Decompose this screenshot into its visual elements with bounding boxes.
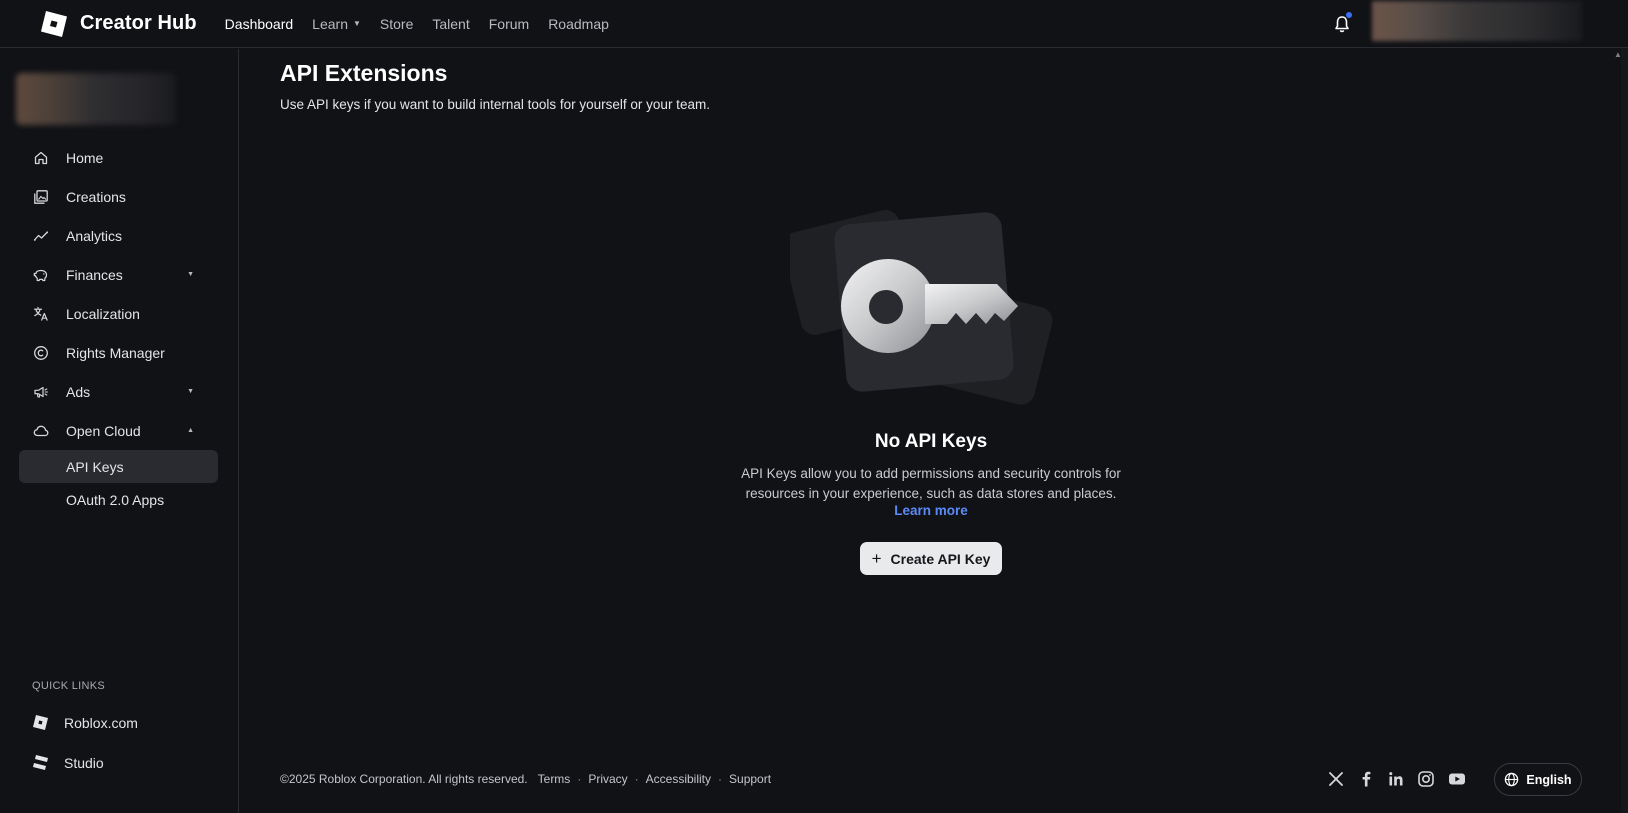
nav-learn[interactable]: Learn ▼	[312, 16, 361, 32]
learn-more-link[interactable]: Learn more	[831, 503, 1031, 518]
quick-link-studio[interactable]: Studio	[32, 754, 104, 771]
caret-down-icon: ▼	[352, 19, 361, 28]
chevron-down-icon: ▼	[187, 388, 194, 395]
nav-dashboard[interactable]: Dashboard	[225, 16, 294, 32]
footer: ©2025 Roblox Corporation. All rights res…	[280, 772, 771, 786]
linkedin-icon[interactable]	[1387, 770, 1405, 788]
sidebar-item-ads[interactable]: Ads ▼	[19, 372, 218, 411]
sidebar-item-label: Localization	[66, 305, 140, 322]
home-icon	[34, 151, 48, 164]
sidebar-item-home[interactable]: Home	[19, 138, 218, 177]
nav-forum[interactable]: Forum	[489, 16, 529, 32]
megaphone-icon	[34, 386, 49, 398]
footer-link-terms[interactable]: Terms	[538, 772, 571, 786]
footer-separator: ·	[718, 772, 723, 786]
instagram-icon[interactable]	[1417, 770, 1435, 788]
nav-learn-label: Learn	[312, 15, 348, 32]
language-label: English	[1526, 772, 1572, 787]
cloud-icon	[33, 425, 49, 436]
nav-roadmap[interactable]: Roadmap	[548, 16, 609, 32]
sidebar-item-finances[interactable]: Finances ▼	[19, 255, 218, 294]
sidebar-item-open-cloud[interactable]: Open Cloud ▲	[19, 411, 218, 450]
footer-separator: ·	[577, 772, 582, 786]
sidebar: Home Creations Analytics Finances ▼ Loca…	[0, 49, 239, 813]
piggy-bank-icon	[33, 269, 48, 281]
analytics-icon	[33, 230, 49, 241]
empty-state-description: API Keys allow you to add permissions an…	[711, 464, 1151, 504]
sidebar-item-label: Home	[66, 149, 104, 166]
empty-state-title: No API Keys	[874, 431, 988, 452]
sidebar-subitem-api-keys[interactable]: API Keys	[19, 450, 218, 483]
globe-icon	[1505, 772, 1519, 787]
footer-link-privacy[interactable]: Privacy	[588, 772, 627, 786]
chevron-up-icon: ▲	[187, 427, 194, 434]
plus-icon: +	[871, 549, 882, 568]
facebook-icon[interactable]	[1357, 770, 1375, 788]
nav-store[interactable]: Store	[380, 16, 413, 32]
roblox-logo-icon	[41, 10, 67, 37]
footer-separator: ·	[634, 772, 639, 786]
studio-icon	[33, 755, 48, 770]
quick-link-roblox[interactable]: Roblox.com	[32, 714, 138, 731]
sidebar-nav: Home Creations Analytics Finances ▼ Loca…	[19, 138, 218, 516]
creations-icon	[34, 189, 48, 204]
sidebar-item-label: Ads	[66, 383, 91, 400]
sidebar-subitem-oauth-apps[interactable]: OAuth 2.0 Apps	[19, 483, 218, 516]
sidebar-item-rights-manager[interactable]: Rights Manager	[19, 333, 218, 372]
empty-desc-line: resources in your experience, such as da…	[745, 486, 1117, 501]
footer-link-accessibility[interactable]: Accessibility	[646, 772, 711, 786]
sidebar-item-label: Creations	[66, 188, 126, 205]
sidebar-item-label: Finances	[66, 266, 123, 283]
brand-name: Creator Hub	[80, 12, 197, 34]
create-api-key-label: Create API Key	[890, 550, 991, 567]
sidebar-item-analytics[interactable]: Analytics	[19, 216, 218, 255]
translate-icon	[33, 306, 48, 321]
youtube-icon[interactable]	[1448, 770, 1466, 788]
scroll-up-arrow-icon[interactable]: ▲	[1612, 50, 1624, 60]
key-illustration-icon	[790, 210, 1053, 405]
quick-links-title: QUICK LINKS	[32, 680, 105, 692]
sidebar-item-label: Open Cloud	[66, 422, 141, 439]
sidebar-item-creations[interactable]: Creations	[19, 177, 218, 216]
create-api-key-button[interactable]: + Create API Key	[860, 542, 1002, 575]
sidebar-item-label: Analytics	[66, 227, 123, 244]
sidebar-item-localization[interactable]: Localization	[19, 294, 218, 333]
copyright: ©2025 Roblox Corporation. All rights res…	[280, 772, 528, 786]
account-switcher-blurred[interactable]	[16, 73, 176, 125]
scrollbar[interactable]	[1621, 48, 1628, 813]
footer-link-support[interactable]: Support	[729, 772, 771, 786]
nav-talent[interactable]: Talent	[432, 16, 469, 32]
user-profile-blurred[interactable]	[1372, 1, 1582, 41]
empty-desc-line: API Keys allow you to add permissions an…	[741, 466, 1121, 481]
x-twitter-icon[interactable]	[1327, 770, 1345, 788]
page-subtitle: Use API keys if you want to build intern…	[280, 97, 710, 112]
language-selector[interactable]: English	[1494, 763, 1582, 796]
quick-link-label: Roblox.com	[64, 714, 138, 731]
sidebar-item-label: Rights Manager	[66, 344, 165, 361]
brand[interactable]: Creator Hub	[40, 10, 197, 38]
top-nav: Dashboard Learn ▼ Store Talent Forum Roa…	[225, 16, 628, 32]
roblox-logo-icon	[33, 715, 48, 730]
chevron-down-icon: ▼	[187, 271, 194, 278]
page-title: API Extensions	[280, 60, 448, 86]
notification-dot	[1346, 12, 1352, 18]
quick-link-label: Studio	[64, 754, 104, 771]
copyright-icon	[34, 345, 48, 360]
